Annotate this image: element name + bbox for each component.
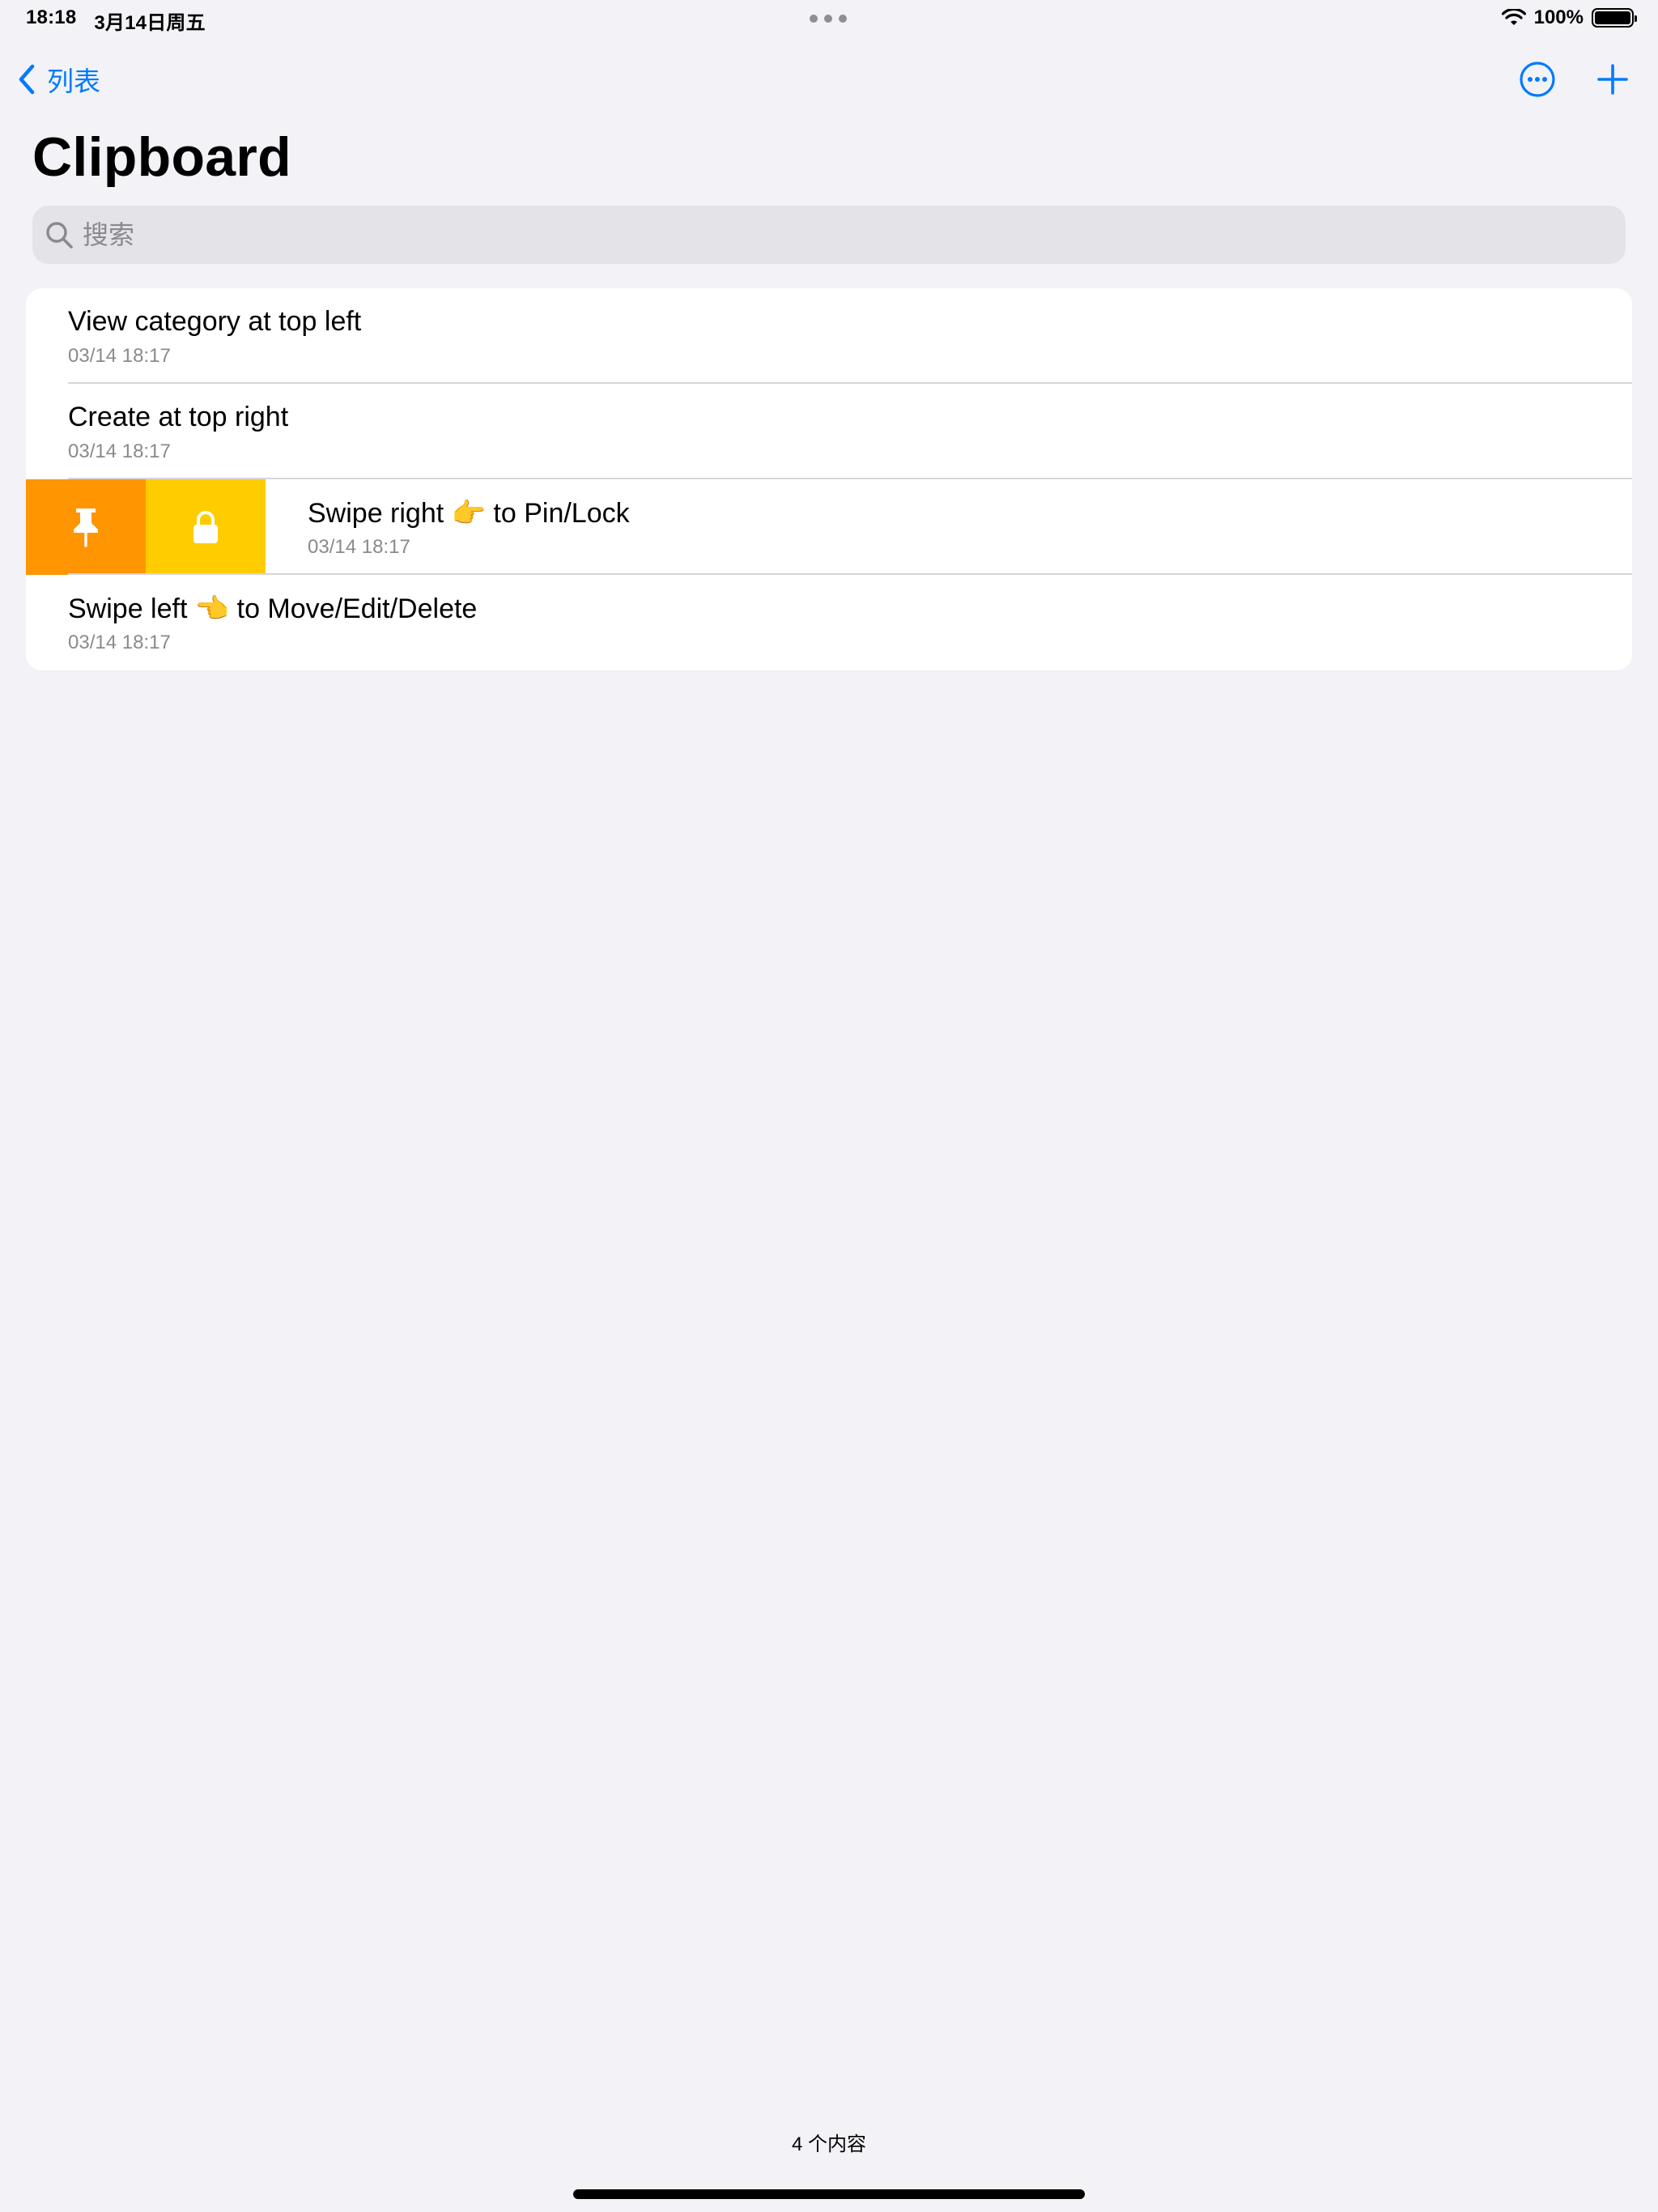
screen: 18:18 3月14日周五 100% 列表 Clipboard 搜索 View … (0, 0, 1658, 2212)
status-left: 18:18 3月14日周五 (26, 6, 206, 35)
multitasking-dots-icon[interactable] (810, 15, 847, 23)
list-item-swiped[interactable]: Swipe right 👉 to Pin/Lock 03/14 18:17 (26, 479, 1632, 575)
status-right: 100% (1501, 6, 1637, 29)
list-item-title: View category at top left (68, 306, 362, 337)
item-count: 4 个内容 (791, 2133, 866, 2155)
search-input[interactable] (83, 219, 1540, 250)
page-title: Clipboard (32, 126, 292, 188)
list-item[interactable]: Swipe left 👈 to Move/Edit/Delete 03/14 1… (26, 575, 1632, 670)
list-item-title: Create at top right (68, 402, 289, 432)
list-item[interactable]: Create at top right 03/14 18:17 (26, 384, 1632, 479)
more-button[interactable] (1519, 61, 1556, 98)
list-item-title: Swipe right 👉 to Pin/Lock (308, 498, 630, 529)
search-icon (46, 222, 73, 249)
lock-icon (193, 511, 218, 543)
back-button-label: 列表 (47, 66, 100, 96)
wifi-icon (1501, 9, 1526, 25)
ellipsis-circle-icon (1520, 62, 1555, 97)
status-bar: 18:18 3月14日周五 100% (0, 0, 1658, 39)
list-item-date: 03/14 18:17 (68, 632, 171, 653)
search-bar[interactable] (32, 206, 1626, 264)
clipboard-list: View category at top left 03/14 18:17 Cr… (26, 288, 1632, 670)
chevron-left-icon (19, 64, 35, 95)
list-item-date: 03/14 18:17 (68, 345, 171, 367)
back-button[interactable]: 列表 (18, 57, 100, 102)
home-indicator[interactable] (573, 2189, 1085, 2199)
status-time: 18:18 (26, 6, 77, 28)
nav-actions (1519, 57, 1629, 102)
battery-icon (1592, 8, 1637, 28)
list-item-title: Swipe left 👈 to Move/Edit/Delete (68, 593, 478, 624)
status-date: 3月14日周五 (94, 12, 206, 34)
battery-percentage: 100% (1533, 6, 1584, 28)
lock-action-button[interactable] (146, 479, 266, 575)
pin-action-button[interactable] (26, 479, 146, 575)
pin-icon (74, 508, 98, 547)
add-button[interactable] (1596, 63, 1629, 96)
plus-icon (1597, 64, 1628, 95)
list-item-date: 03/14 18:17 (308, 536, 410, 558)
list-item[interactable]: View category at top left 03/14 18:17 (26, 288, 1632, 384)
list-item-date: 03/14 18:17 (68, 440, 171, 462)
battery-fill (1595, 11, 1630, 24)
